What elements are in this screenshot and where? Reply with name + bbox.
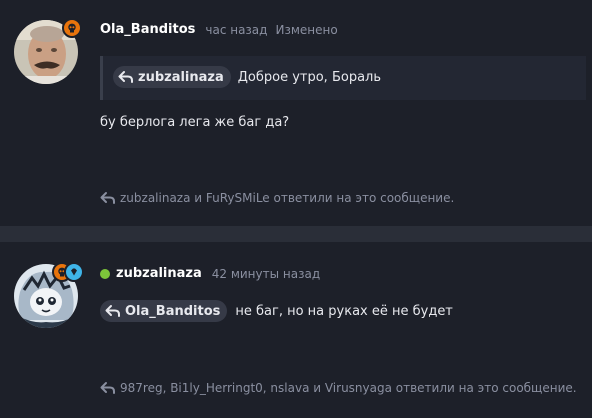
message-body: не баг, но на руках её не будет (235, 303, 453, 319)
avatar-ola-banditos[interactable] (14, 18, 82, 84)
quoted-username: zubzalinaza (138, 69, 224, 85)
quoted-message[interactable]: zubzalinaza Доброе утро, Бораль (100, 56, 586, 100)
replies-text: 987reg, Bi1ly_Herringt0, nslava и Virusn… (120, 381, 577, 395)
diamond-badge-icon (64, 262, 84, 282)
message-header: zubzalinaza 42 минуты назад (100, 266, 320, 281)
username[interactable]: zubzalinaza (116, 266, 202, 281)
reply-to-pill[interactable]: Ola_Banditos (100, 300, 228, 322)
reply-arrow-icon (105, 305, 120, 317)
reply-to-username: Ola_Banditos (125, 303, 221, 319)
message-zubzalinaza: zubzalinaza 42 минуты назад Ola_Banditos… (0, 242, 592, 418)
reply-arrow-icon (118, 71, 133, 83)
avatar-zubzalinaza[interactable] (14, 262, 84, 328)
replies-summary[interactable]: zubzalinaza и FuRySMiLe ответили на это … (100, 191, 454, 205)
timestamp[interactable]: час назад (205, 23, 267, 37)
replies-text: zubzalinaza и FuRySMiLe ответили на это … (120, 191, 455, 205)
quoted-text: Доброе утро, Бораль (237, 69, 382, 85)
replies-summary[interactable]: 987reg, Bi1ly_Herringt0, nslava и Virusn… (100, 381, 577, 395)
message-body-row: Ola_Banditos не баг, но на руках её не б… (100, 300, 453, 322)
online-status-icon (100, 268, 110, 279)
skull-badge-icon (62, 18, 82, 38)
message-ola-banditos: Ola_Banditos час назад Изменено zubzalin… (0, 0, 592, 226)
message-header: Ola_Banditos час назад Изменено (100, 22, 338, 37)
message-body: бу берлога лега же баг да? (100, 115, 290, 130)
edited-label: Изменено (275, 22, 338, 37)
reply-arrow-icon (100, 192, 115, 204)
timestamp[interactable]: 42 минуты назад (212, 267, 320, 281)
reply-arrow-icon (100, 382, 115, 394)
quoted-user-pill[interactable]: zubzalinaza (113, 66, 231, 88)
message-divider (0, 226, 592, 242)
username[interactable]: Ola_Banditos (100, 22, 195, 37)
